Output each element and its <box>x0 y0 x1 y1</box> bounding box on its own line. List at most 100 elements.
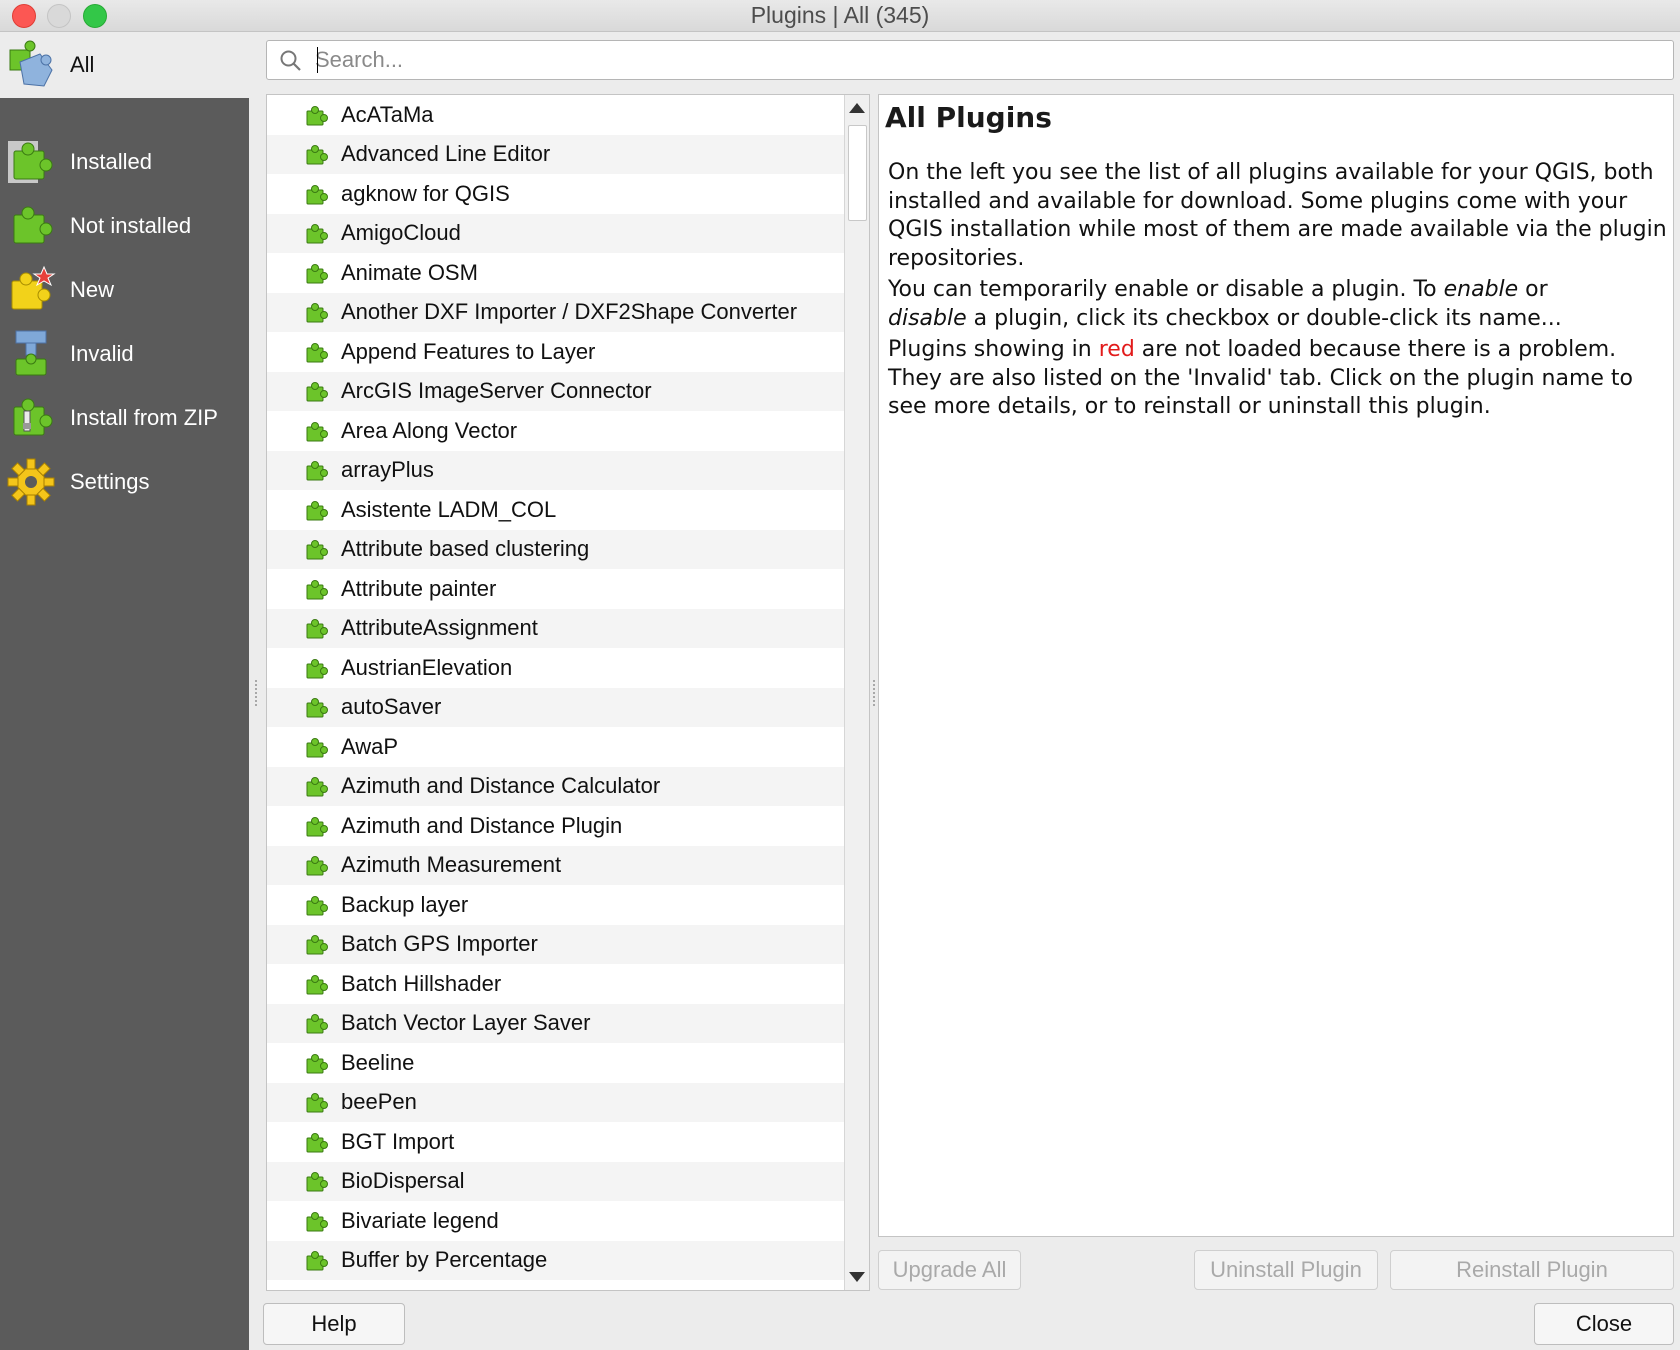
plugin-puzzle-icon <box>306 303 328 323</box>
settings-gear-icon <box>7 458 55 506</box>
scroll-up-arrow-icon[interactable] <box>849 103 865 113</box>
sidebar-item-new[interactable]: New <box>0 258 249 322</box>
title-bar: Plugins | All (345) <box>0 0 1680 32</box>
sidebar-item-installed[interactable]: Installed <box>0 130 249 194</box>
plugin-name: AmigoCloud <box>341 220 461 246</box>
plugin-name: AustrianElevation <box>341 654 513 680</box>
plugin-name: Area Along Vector <box>341 417 518 443</box>
plugin-list-item[interactable]: Batch Hillshader <box>267 964 845 1004</box>
sidebar-item-not-installed[interactable]: Not installed <box>0 194 249 258</box>
details-paragraph: You can temporarily enable or disable a … <box>888 277 1562 331</box>
plugin-name: AwaP <box>341 733 399 759</box>
plugin-list[interactable]: AcATaMa Advanced Line Editor agknow for QG… <box>266 94 870 1291</box>
plugin-list-item[interactable]: Append Features to Layer <box>267 332 845 372</box>
plugin-list-item[interactable]: Azimuth and Distance Calculator <box>267 766 845 806</box>
plugin-puzzle-icon <box>306 1053 328 1074</box>
plugin-list-item[interactable]: BioDispersal <box>267 1161 845 1201</box>
plugin-list-item[interactable]: Batch GPS Importer <box>267 924 845 964</box>
text-caret <box>317 47 318 73</box>
plugin-list-item[interactable]: AustrianElevation <box>267 648 845 688</box>
plugin-list-item[interactable]: Beeline <box>267 1043 845 1083</box>
plugin-name: Animate OSM <box>341 259 478 285</box>
plugin-name: Azimuth and Distance Calculator <box>341 773 661 799</box>
sidebar-item-label: Install from ZIP <box>70 405 218 430</box>
plugin-details-panel: All Plugins On the left you see the list… <box>878 94 1674 1237</box>
plugin-puzzle-icon <box>306 382 328 402</box>
plugin-puzzle-icon <box>306 658 328 679</box>
plugin-puzzle-icon <box>306 1014 328 1034</box>
plugin-list-item[interactable]: Bulk vertex creator SLD and Gcode <box>267 1280 845 1290</box>
plugin-list-item[interactable]: AttributeAssignment <box>267 608 845 648</box>
installed-plugins-icon <box>8 141 53 183</box>
plugin-list-item[interactable]: arrayPlus <box>267 450 845 490</box>
plugin-name: arrayPlus <box>341 457 434 483</box>
plugin-puzzle-icon <box>306 224 328 244</box>
scrollbar-thumb[interactable] <box>848 125 867 221</box>
plugin-list-item[interactable]: Attribute painter <box>267 569 845 609</box>
plugin-list-item[interactable]: agknow for QGIS <box>267 174 845 214</box>
close-button[interactable]: Close <box>1534 1303 1674 1345</box>
red-highlight-text: red <box>1098 337 1135 362</box>
reinstall-plugin-button[interactable]: Reinstall Plugin <box>1390 1250 1674 1290</box>
sidebar-item-install-from-zip[interactable]: Install from ZIP <box>0 386 249 450</box>
not-installed-plugins-icon <box>13 206 53 244</box>
sidebar-item-settings[interactable]: Settings <box>0 450 249 514</box>
plugin-list-item[interactable]: ArcGIS ImageServer Connector <box>267 371 845 411</box>
plugin-puzzle-icon <box>306 619 328 639</box>
plugin-list-item[interactable]: AwaP <box>267 727 845 767</box>
plugin-puzzle-icon <box>306 184 328 205</box>
sidebar-item-label: Not installed <box>70 213 192 238</box>
plugin-puzzle-icon <box>306 1172 328 1192</box>
plugin-list-item[interactable]: Area Along Vector <box>267 411 845 451</box>
invalid-plugins-icon <box>15 330 47 376</box>
plugin-list-scrollbar[interactable] <box>844 95 869 1290</box>
sidebar-item-label: Installed <box>70 149 152 174</box>
plugin-puzzle-icon <box>306 421 328 442</box>
plugin-list-item[interactable]: Attribute based clustering <box>267 529 845 569</box>
plugin-puzzle-icon <box>306 1251 328 1271</box>
sidebar-item-all[interactable]: All <box>0 32 249 98</box>
window-title: Plugins | All (345) <box>750 2 930 28</box>
plugin-list-item[interactable]: beePen <box>267 1082 845 1122</box>
sidebar-item-invalid[interactable]: Invalid <box>0 322 249 386</box>
plugin-puzzle-icon <box>306 698 328 718</box>
scroll-down-arrow-icon[interactable] <box>849 1272 865 1282</box>
plugin-list-item[interactable]: AcATaMa <box>267 95 845 135</box>
plugin-puzzle-icon <box>306 461 328 481</box>
plugin-puzzle-icon <box>306 737 328 758</box>
details-heading: All Plugins <box>885 101 1052 134</box>
uninstall-plugin-button[interactable]: Uninstall Plugin <box>1194 1250 1378 1290</box>
plugin-list-item[interactable]: Azimuth Measurement <box>267 845 845 885</box>
plugin-list-item[interactable]: Backup layer <box>267 885 845 925</box>
upgrade-all-button[interactable]: Upgrade All <box>878 1250 1021 1290</box>
plugin-name: BGT Import <box>341 1128 455 1154</box>
plugin-name: beePen <box>341 1089 417 1115</box>
plugin-list-item[interactable]: Azimuth and Distance Plugin <box>267 806 845 846</box>
sidebar: All Installed Not installed New Invalid … <box>0 32 249 1350</box>
plugin-list-item[interactable]: Bivariate legend <box>267 1201 845 1241</box>
plugin-name: Attribute painter <box>341 575 497 601</box>
details-body: On the left you see the list of all plug… <box>888 159 1668 425</box>
plugin-list-item[interactable]: Advanced Line Editor <box>267 134 845 174</box>
plugin-list-item[interactable]: BGT Import <box>267 1122 845 1162</box>
search-box <box>266 40 1674 80</box>
plugin-name: Bivariate legend <box>341 1207 499 1233</box>
plugin-name: Azimuth Measurement <box>341 852 562 878</box>
plugin-list-item[interactable]: autoSaver <box>267 687 845 727</box>
search-input[interactable] <box>315 44 1655 76</box>
plugin-list-item[interactable]: AmigoCloud <box>267 213 845 253</box>
plugin-list-item[interactable]: Batch Vector Layer Saver <box>267 1003 845 1043</box>
help-button[interactable]: Help <box>263 1303 405 1345</box>
plugin-name: Backup layer <box>341 891 469 917</box>
plugin-puzzle-icon <box>306 500 328 521</box>
plugin-list-item[interactable]: Another DXF Importer / DXF2Shape Convert… <box>267 292 845 332</box>
plugin-list-item[interactable]: Buffer by Percentage <box>267 1240 845 1280</box>
plugin-list-item[interactable]: Animate OSM <box>267 253 845 293</box>
plugin-list-item[interactable]: Asistente LADM_COL <box>267 490 845 530</box>
list-splitter-handle[interactable] <box>873 680 877 706</box>
details-paragraph: On the left you see the list of all plug… <box>888 160 1667 271</box>
sidebar-splitter-handle[interactable] <box>255 680 259 706</box>
all-plugins-icon <box>9 40 53 87</box>
plugin-name: Azimuth and Distance Plugin <box>341 812 623 838</box>
plugin-name: BioDispersal <box>341 1168 465 1194</box>
